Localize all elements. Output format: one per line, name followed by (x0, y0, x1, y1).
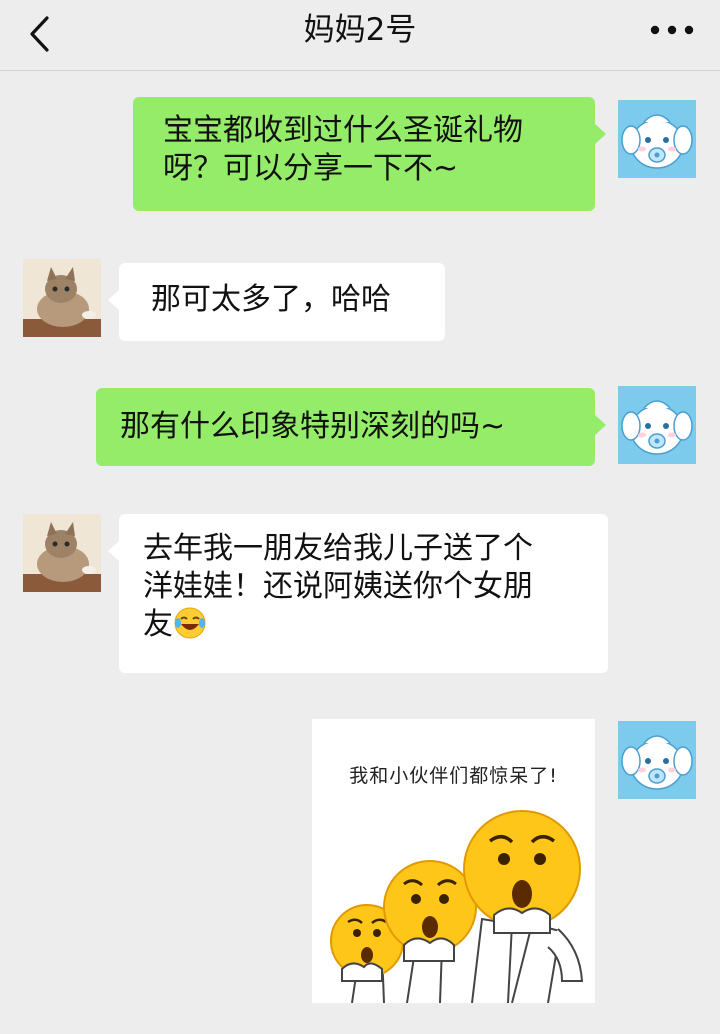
message-text-line: 宝宝都收到过什么圣诞礼物 (163, 113, 523, 148)
top-bar: 妈妈2号 (0, 0, 720, 71)
more-button[interactable] (644, 14, 700, 44)
message-text-line: 洋娃娃！还说阿姨送你个女朋 (143, 569, 533, 604)
message-bubble-outgoing[interactable]: 宝宝都收到过什么圣诞礼物 呀？可以分享一下不~ (133, 97, 606, 211)
kitten-photo-avatar-icon (23, 259, 101, 337)
message-bubble-outgoing[interactable]: 那有什么印象特别深刻的吗~ (96, 388, 606, 466)
message-bubble-incoming[interactable]: 那可太多了，哈哈 (108, 263, 445, 341)
message-text-line: 那有什么印象特别深刻的吗~ (120, 409, 506, 444)
cartoon-lamb-avatar-icon (618, 386, 696, 464)
cartoon-lamb-avatar-icon (618, 100, 696, 178)
sticker-message[interactable]: 我和小伙伴们都惊呆了! (312, 719, 595, 1003)
contact-avatar[interactable] (23, 514, 101, 592)
more-dots-icon (650, 25, 694, 35)
message-text-line: 呀？可以分享一下不~ (163, 151, 459, 186)
my-avatar[interactable] (618, 721, 696, 799)
chat-title: 妈妈2号 (303, 12, 417, 48)
message-text-line: 友 (143, 607, 173, 642)
message-text-line: 去年我一朋友给我儿子送了个 (143, 531, 533, 566)
message-bubble-incoming[interactable]: 去年我一朋友给我儿子送了个 洋娃娃！还说阿姨送你个女朋 友 (108, 514, 608, 673)
laugh-cry-emoji-icon (173, 606, 207, 640)
message-text-line: 那可太多了，哈哈 (151, 282, 391, 317)
my-avatar[interactable] (618, 386, 696, 464)
contact-avatar[interactable] (23, 259, 101, 337)
cartoon-lamb-avatar-icon (618, 721, 696, 799)
my-avatar[interactable] (618, 100, 696, 178)
kitten-photo-avatar-icon (23, 514, 101, 592)
shocked-faces-sticker-icon (330, 810, 584, 1003)
